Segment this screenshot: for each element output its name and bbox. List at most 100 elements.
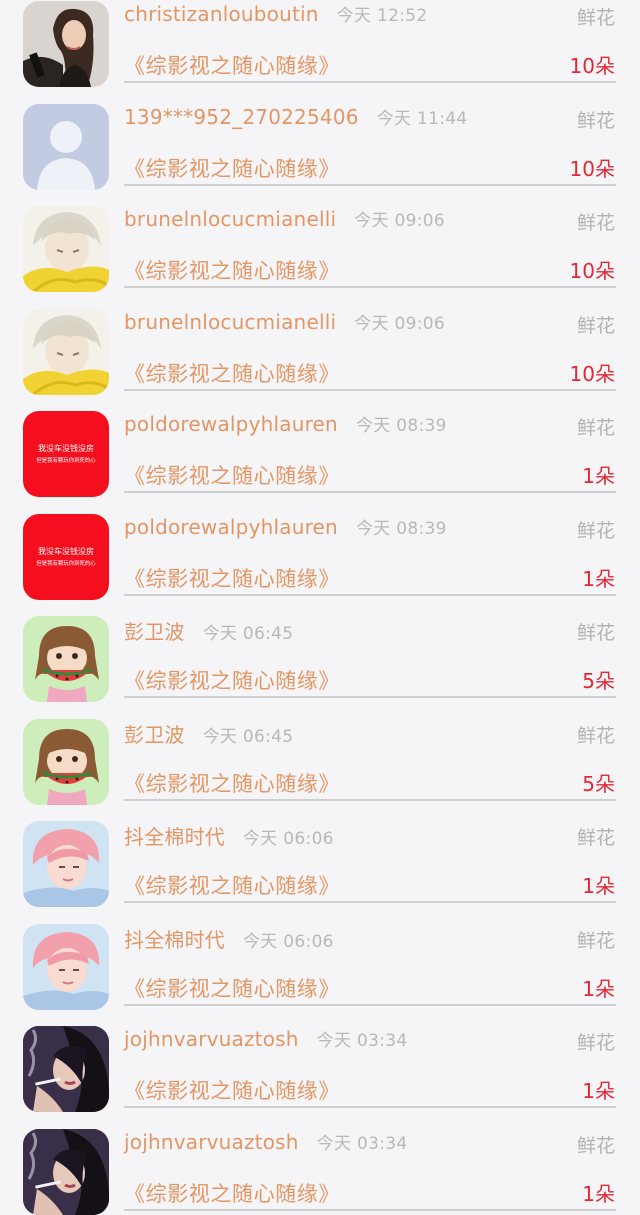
time-stamp: 今天 06:45 [202, 726, 294, 747]
pink-hair-boy-avatar[interactable] [23, 821, 109, 907]
user-name-text[interactable]: 139***952_270225406 [124, 105, 359, 129]
gift-type: 鲜花 [576, 724, 615, 747]
red-avatar-line2: 但是我有颗玩你到死的心 [36, 559, 96, 567]
user-name[interactable]: 抖全棉时代 今天 06:06 [124, 821, 334, 850]
time-stamp: 今天 06:06 [243, 829, 334, 849]
pink-hair-boy-avatar[interactable] [23, 923, 109, 1010]
user-name[interactable]: poldorewalpyhlauren 今天 08:39 [124, 514, 447, 539]
gift-count: 5朵 [582, 771, 615, 796]
list-item[interactable]: 抖全棉时代 今天 06:06 鲜花 《综影视之随心随缘》 1朵 [0, 801, 640, 907]
user-name[interactable]: 139***952_270225406 今天 11:44 [124, 104, 467, 129]
gift-type: 鲜花 [576, 929, 615, 952]
gift-type: 鲜花 [576, 417, 615, 439]
list-item[interactable]: brunelnlocucmianelli 今天 09:06 鲜花 《综影视之随心随… [0, 186, 640, 292]
gift-record-list: christizanlouboutin 今天 12:52 鲜花 《综影视之随心随缘… [0, 0, 640, 1215]
gift-count: 10朵 [569, 156, 615, 181]
user-name-text[interactable]: jojhnvarvuaztosh [124, 1130, 299, 1154]
user-name-text[interactable]: poldorewalpyhlauren [124, 515, 338, 539]
gift-count: 10朵 [569, 54, 615, 78]
gift-count: 1朵 [582, 1079, 615, 1103]
red-text-avatar[interactable]: 我没车没钱没房 但是我有颗玩你到死的心 [23, 411, 109, 497]
gift-type: 鲜花 [576, 827, 615, 849]
gift-type: 鲜花 [576, 1134, 615, 1157]
user-name-text[interactable]: brunelnlocucmianelli [124, 310, 336, 334]
gift-count: 1朵 [582, 464, 615, 488]
list-item[interactable]: 139***952_270225406 今天 11:44 鲜花 《综影视之随心随缘… [0, 84, 640, 190]
gift-count: 1朵 [582, 1181, 615, 1206]
user-name[interactable]: jojhnvarvuaztosh 今天 03:34 [124, 1129, 407, 1154]
book-title[interactable]: 《综影视之随心随缘》 [124, 1178, 340, 1208]
gift-type: 鲜花 [576, 622, 615, 644]
list-item[interactable]: jojhnvarvuaztosh 今天 03:34 鲜花 《综影视之随心随缘》 1… [0, 1109, 640, 1215]
smoking-woman-avatar[interactable] [23, 1026, 109, 1112]
red-avatar-line2: 但是我有颗玩你到死的心 [36, 456, 96, 464]
red-avatar-line1: 我没车没钱没房 [38, 546, 94, 556]
gift-count: 1朵 [582, 874, 615, 898]
list-item[interactable]: jojhnvarvuaztosh 今天 03:34 鲜花 《综影视之随心随缘》 1… [0, 1006, 640, 1112]
list-item[interactable]: brunelnlocucmianelli 今天 09:06 鲜花 《综影视之随心随… [0, 289, 640, 395]
gift-type: 鲜花 [576, 7, 615, 29]
time-stamp: 今天 08:39 [355, 416, 447, 436]
gift-count: 5朵 [582, 669, 615, 693]
time-stamp: 今天 09:06 [354, 211, 446, 231]
list-item[interactable]: 我没车没钱没房 但是我有颗玩你到死的心 poldorewalpyhlauren 今… [0, 494, 640, 600]
user-name[interactable]: jojhnvarvuaztosh 今天 03:34 [124, 1026, 407, 1051]
woman-photo-avatar[interactable] [23, 1, 109, 87]
user-name-text[interactable]: christizanlouboutin [124, 2, 319, 26]
gift-count: 10朵 [569, 259, 615, 283]
user-name-text[interactable]: 抖全棉时代 [124, 825, 225, 849]
book-title[interactable]: 《综影视之随心随缘》 [124, 665, 340, 695]
time-stamp: 今天 11:44 [376, 108, 468, 129]
smoking-woman-avatar[interactable] [23, 1128, 109, 1215]
book-title[interactable]: 《综影视之随心随缘》 [124, 460, 340, 490]
gift-count: 10朵 [569, 361, 615, 386]
red-avatar-line1: 我没车没钱没房 [38, 443, 94, 453]
user-name[interactable]: 彭卫波 今天 06:45 [124, 616, 293, 645]
gift-count: 1朵 [582, 976, 615, 1001]
book-title[interactable]: 《综影视之随心随缘》 [124, 563, 340, 593]
list-item[interactable]: christizanlouboutin 今天 12:52 鲜花 《综影视之随心随缘… [0, 0, 640, 87]
anime-boy-avatar[interactable] [23, 206, 109, 292]
list-item[interactable]: 抖全棉时代 今天 06:06 鲜花 《综影视之随心随缘》 1朵 [0, 904, 640, 1010]
user-name[interactable]: brunelnlocucmianelli 今天 09:06 [124, 309, 445, 334]
time-stamp: 今天 09:06 [354, 313, 446, 334]
book-title[interactable]: 《综影视之随心随缘》 [124, 870, 340, 900]
user-name[interactable]: brunelnlocucmianelli 今天 09:06 [124, 206, 445, 231]
user-name[interactable]: 抖全棉时代 今天 06:06 [124, 924, 334, 953]
time-stamp: 今天 03:34 [316, 1031, 408, 1051]
list-item[interactable]: 我没车没钱没房 但是我有颗玩你到死的心 poldorewalpyhlauren 今… [0, 391, 640, 497]
time-stamp: 今天 06:45 [202, 624, 294, 644]
gift-type: 鲜花 [576, 519, 615, 542]
user-name-text[interactable]: poldorewalpyhlauren [124, 412, 338, 436]
list-item[interactable]: 彭卫波 今天 06:45 鲜花 《综影视之随心随缘》 5朵 [0, 699, 640, 805]
time-stamp: 今天 03:34 [316, 1133, 408, 1154]
cartoon-girl-watermelon-avatar[interactable] [23, 616, 109, 702]
gift-type: 鲜花 [576, 212, 615, 234]
book-title[interactable]: 《综影视之随心随缘》 [124, 768, 340, 798]
gift-type: 鲜花 [576, 109, 615, 132]
book-title[interactable]: 《综影视之随心随缘》 [124, 358, 340, 388]
gift-count: 1朵 [582, 566, 615, 591]
user-name[interactable]: 彭卫波 今天 06:45 [124, 719, 293, 748]
book-title[interactable]: 《综影视之随心随缘》 [124, 255, 340, 285]
cartoon-girl-watermelon-avatar[interactable] [23, 718, 109, 805]
user-name-text[interactable]: 彭卫波 [124, 620, 185, 644]
anime-boy-avatar[interactable] [23, 308, 109, 395]
user-name[interactable]: christizanlouboutin 今天 12:52 [124, 1, 427, 26]
book-title[interactable]: 《综影视之随心随缘》 [124, 1075, 340, 1105]
user-name-text[interactable]: 抖全棉时代 [124, 928, 225, 952]
list-item[interactable]: 彭卫波 今天 06:45 鲜花 《综影视之随心随缘》 5朵 [0, 596, 640, 702]
user-name-text[interactable]: brunelnlocucmianelli [124, 207, 336, 231]
time-stamp: 今天 06:06 [243, 931, 334, 952]
book-title[interactable]: 《综影视之随心随缘》 [124, 50, 340, 80]
user-name-text[interactable]: jojhnvarvuaztosh [124, 1027, 299, 1051]
default-user-avatar[interactable] [23, 103, 109, 190]
book-title[interactable]: 《综影视之随心随缘》 [124, 973, 340, 1003]
book-title[interactable]: 《综影视之随心随缘》 [124, 153, 340, 183]
red-text-avatar[interactable]: 我没车没钱没房 但是我有颗玩你到死的心 [23, 513, 109, 600]
gift-type: 鲜花 [576, 1032, 615, 1054]
user-name[interactable]: poldorewalpyhlauren 今天 08:39 [124, 411, 447, 436]
time-stamp: 今天 08:39 [355, 518, 447, 539]
gift-type: 鲜花 [576, 314, 615, 337]
user-name-text[interactable]: 彭卫波 [124, 723, 185, 747]
